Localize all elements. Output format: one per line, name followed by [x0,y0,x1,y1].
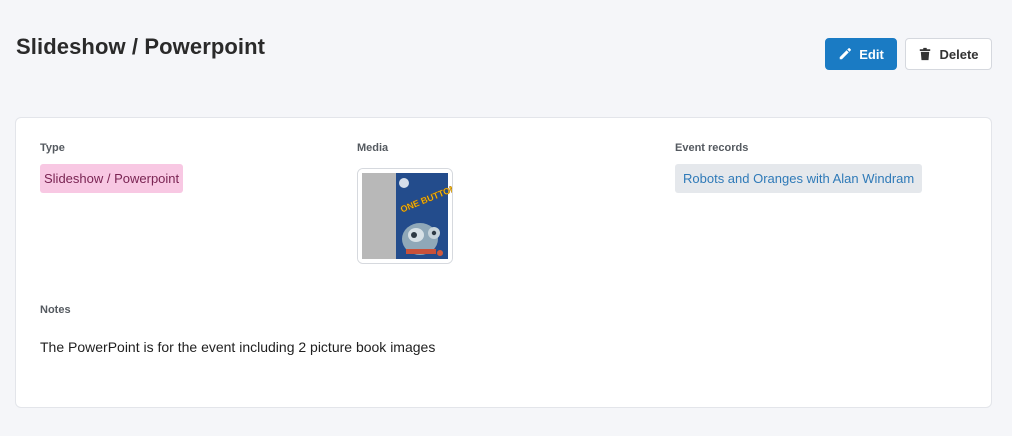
trash-icon [918,47,932,61]
event-record-link[interactable]: Robots and Oranges with Alan Windram [675,164,923,193]
delete-button[interactable]: Delete [905,38,992,70]
media-label: Media [357,142,389,154]
notes-label: Notes [40,304,71,316]
type-label: Type [40,142,65,154]
event-records-label: Event records [675,142,749,154]
edit-button[interactable]: Edit [825,38,897,70]
book-cover-image: ONE BUTTON [358,169,452,263]
delete-button-label: Delete [939,46,979,62]
pencil-icon [838,47,852,61]
media-thumbnail[interactable]: ONE BUTTON [357,168,453,264]
type-badge: Slideshow / Powerpoint [40,164,184,193]
page-title: Slideshow / Powerpoint [16,34,266,59]
notes-text: The PowerPoint is for the event includin… [40,339,436,355]
edit-button-label: Edit [859,46,884,62]
details-card: Type Slideshow / Powerpoint Media ONE BU… [15,117,992,408]
